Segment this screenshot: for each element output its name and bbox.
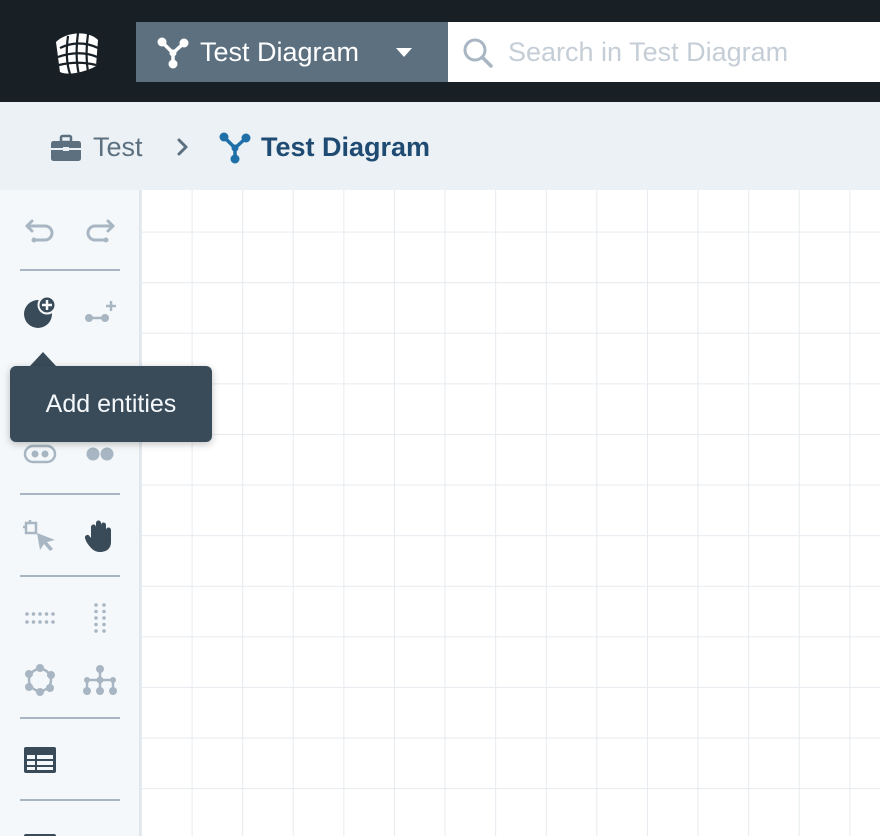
- search-bar: [448, 22, 880, 82]
- diagram-selector-button[interactable]: Test Diagram: [136, 22, 448, 82]
- hierarchy-layout-button[interactable]: [80, 660, 120, 700]
- marquee-select-icon: [23, 520, 55, 551]
- circle-layout-button[interactable]: [20, 660, 60, 700]
- diagram-toolbar: [0, 190, 141, 836]
- globe-grid-logo-icon[interactable]: [52, 28, 102, 78]
- toolbar-divider: [20, 575, 120, 577]
- tooltip: Add entities: [10, 366, 212, 442]
- dots-grid-icon: [25, 612, 55, 624]
- redo-button[interactable]: [80, 210, 120, 250]
- undo-icon: [25, 219, 54, 243]
- pan-tool-button[interactable]: [80, 516, 120, 556]
- grid-layout-button[interactable]: [20, 598, 60, 638]
- chevron-down-icon: [396, 48, 412, 57]
- redo-icon: [86, 219, 115, 243]
- toggle-labels-icon: [23, 444, 57, 464]
- toolbar-more-button[interactable]: [20, 822, 60, 836]
- search-icon: [463, 38, 493, 68]
- diagram-canvas[interactable]: [141, 190, 880, 836]
- table-view-button[interactable]: [20, 740, 60, 780]
- breadcrumb: Test Test Diagram: [0, 102, 880, 190]
- briefcase-icon: [51, 134, 81, 161]
- hierarchy-icon: [83, 665, 117, 695]
- add-link-button[interactable]: [80, 292, 120, 332]
- tooltip-text: Add entities: [45, 389, 177, 418]
- select-tool-button[interactable]: [20, 516, 60, 556]
- diagram-selector-label: Test Diagram: [200, 36, 360, 67]
- toolbar-divider: [20, 799, 120, 801]
- add-entities-button[interactable]: [20, 292, 60, 332]
- panel-icon: [24, 834, 56, 836]
- toolbar-divider: [20, 269, 120, 271]
- breadcrumb-label-current: Test Diagram: [261, 131, 431, 162]
- toolbar-divider: [20, 493, 120, 495]
- hand-icon: [84, 520, 111, 552]
- circle-layout-icon: [25, 664, 55, 696]
- search-input[interactable]: [508, 22, 880, 82]
- top-navbar: Test Diagram: [0, 0, 880, 102]
- diagram-nodes-icon: [157, 37, 189, 69]
- toolbar-divider: [20, 717, 120, 719]
- breadcrumb-item-test[interactable]: Test: [50, 132, 143, 163]
- tooltip-arrow: [30, 352, 56, 366]
- table-icon: [24, 747, 56, 773]
- dots-column-icon: [94, 603, 106, 633]
- breadcrumb-label: Test: [93, 132, 143, 162]
- undo-button[interactable]: [20, 210, 60, 250]
- add-link-icon: [85, 301, 116, 322]
- chevron-right-icon: [177, 138, 188, 156]
- two-dots-icon: [86, 447, 114, 461]
- breadcrumb-item-test-diagram[interactable]: Test Diagram: [218, 130, 430, 164]
- vertical-layout-button[interactable]: [80, 598, 120, 638]
- add-entity-icon: [24, 295, 57, 328]
- diagram-nodes-icon: [219, 132, 251, 164]
